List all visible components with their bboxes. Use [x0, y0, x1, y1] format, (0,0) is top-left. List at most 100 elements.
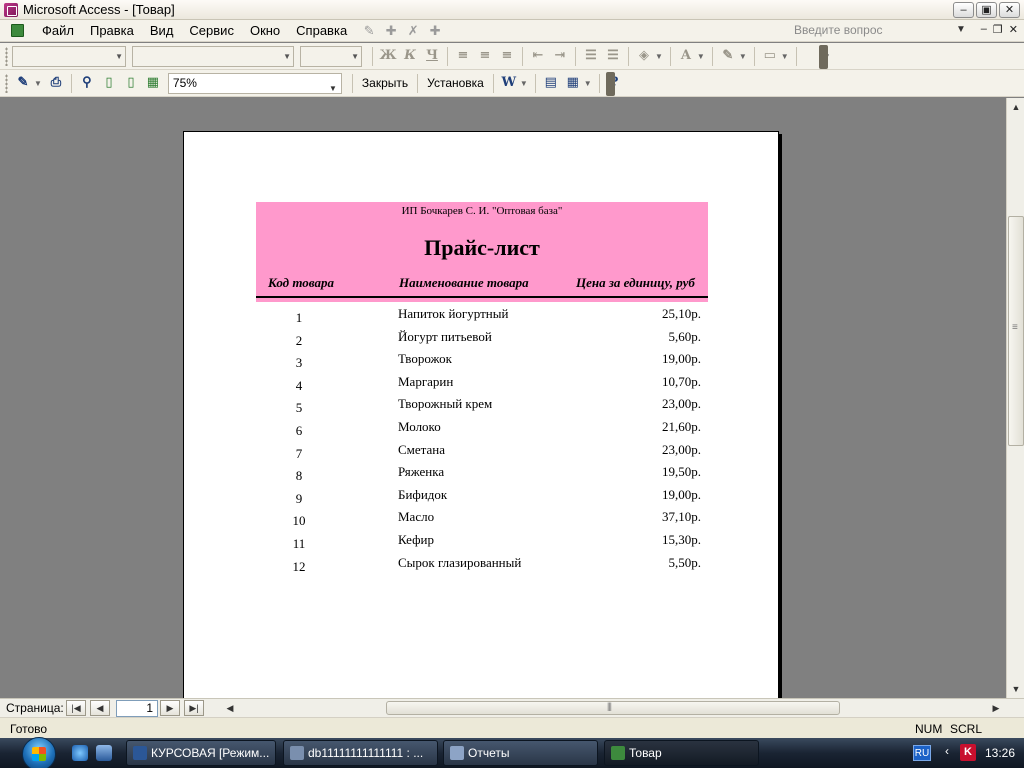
one-page-icon[interactable]: ▯: [100, 74, 118, 92]
print-icon[interactable]: ⎙: [47, 74, 65, 92]
insert-tool-icon[interactable]: ✚: [383, 23, 399, 39]
horizontal-scroll-thumb[interactable]: [386, 701, 840, 715]
folder-icon: [450, 746, 464, 760]
scroll-down-icon[interactable]: ▼: [1008, 681, 1024, 697]
table-row: 7 Сметана 23,00р.: [256, 440, 708, 463]
taskbar-item-product[interactable]: Товар: [604, 740, 759, 766]
two-pages-icon[interactable]: ▯: [122, 74, 140, 92]
office-links-icon[interactable]: W: [500, 74, 518, 92]
cell-code: 12: [292, 558, 306, 574]
chevron-down-icon[interactable]: ▼: [34, 79, 42, 88]
access-app-icon[interactable]: [4, 2, 18, 17]
antivirus-tray-icon[interactable]: K: [960, 744, 976, 761]
line-color-icon[interactable]: ✎: [719, 47, 737, 65]
report-doc-icon[interactable]: [11, 24, 24, 37]
menu-file[interactable]: Файл: [34, 23, 82, 38]
show-desktop-icon[interactable]: [96, 745, 112, 761]
horizontal-scrollbar[interactable]: ◀ ▶: [222, 700, 1002, 716]
scroll-right-icon[interactable]: ▶: [988, 700, 1004, 716]
cell-price: 23,00р.: [662, 441, 701, 457]
align-right-icon[interactable]: ≡: [498, 47, 516, 65]
doc-minimize-icon[interactable]: –: [981, 23, 987, 36]
vertical-scroll-thumb[interactable]: [1008, 216, 1024, 446]
view-design-icon[interactable]: ✎: [14, 74, 32, 92]
clock[interactable]: 13:26: [985, 746, 1015, 760]
chevron-down-icon[interactable]: ▼: [781, 52, 789, 61]
menu-view[interactable]: Вид: [142, 23, 182, 38]
border-icon[interactable]: ▭: [761, 47, 779, 65]
minimize-button[interactable]: –: [953, 2, 974, 18]
bullets-icon[interactable]: ☰: [604, 47, 622, 65]
special-effect-icon[interactable]: [803, 47, 821, 65]
new-object-icon[interactable]: ▦: [564, 74, 582, 92]
chevron-down-icon[interactable]: ▼: [697, 52, 705, 61]
font-combo[interactable]: ▼: [132, 45, 294, 67]
scroll-lock-indicator: SCRL: [950, 722, 983, 736]
multiple-pages-icon[interactable]: ▦: [144, 74, 162, 92]
toolbar-separator: [753, 46, 755, 66]
zoom-combo[interactable]: 75% ▼: [167, 72, 342, 94]
first-page-button[interactable]: |◀: [66, 700, 86, 716]
menu-bar: Файл Правка Вид Сервис Окно Справка ✎ ✚ …: [0, 20, 1024, 42]
font-size-combo[interactable]: ▼: [300, 45, 362, 67]
chevron-down-icon[interactable]: ▼: [520, 79, 528, 88]
tray-expand-icon[interactable]: ‹: [945, 744, 949, 758]
page-setup-button[interactable]: Установка: [422, 76, 489, 90]
close-preview-button[interactable]: Закрыть: [357, 76, 413, 90]
table-row: 8 Ряженка 19,50р.: [256, 462, 708, 485]
cell-name: Творожный крем: [398, 396, 493, 412]
maximize-button[interactable]: ▣: [976, 2, 997, 18]
database-window-icon[interactable]: ▤: [542, 74, 560, 92]
page-number-input[interactable]: 1: [116, 700, 158, 717]
cell-price: 21,60р.: [662, 418, 701, 434]
align-left-icon[interactable]: ≡: [454, 47, 472, 65]
menu-help[interactable]: Справка: [288, 23, 355, 38]
menu-tools[interactable]: Сервис: [181, 23, 242, 38]
scroll-left-icon[interactable]: ◀: [222, 700, 238, 716]
underline-icon[interactable]: Ч: [423, 47, 441, 65]
taskbar-item-word[interactable]: КУРСОВАЯ [Режим...: [126, 740, 276, 766]
zoom-icon[interactable]: ⚲: [78, 74, 96, 92]
cell-name: Кефир: [398, 531, 434, 547]
properties-tool-icon[interactable]: ✚: [427, 23, 443, 39]
toolbar-grip[interactable]: [5, 46, 8, 66]
chevron-down-icon[interactable]: ▼: [655, 52, 663, 61]
taskbar-item-database[interactable]: db11111111111111 : ...: [283, 740, 438, 766]
language-indicator[interactable]: RU: [913, 745, 931, 761]
italic-icon[interactable]: К: [401, 47, 419, 65]
taskbar-item-reports[interactable]: Отчеты: [443, 740, 598, 766]
bold-icon[interactable]: Ж: [379, 47, 397, 65]
chevron-down-icon[interactable]: ▼: [584, 79, 592, 88]
toolbar-options-button[interactable]: [606, 72, 615, 96]
numbering-icon[interactable]: ☰: [582, 47, 600, 65]
increase-indent-icon[interactable]: ⇥: [551, 47, 569, 65]
toolbar-separator: [447, 46, 448, 66]
design-tool-icon[interactable]: ✎: [361, 23, 377, 39]
toolbar-options-button[interactable]: [819, 45, 828, 69]
status-text: Готово: [10, 722, 48, 736]
ask-dropdown-icon[interactable]: ▼: [956, 24, 966, 35]
vertical-scrollbar[interactable]: ▲ ▼: [1006, 98, 1024, 698]
menu-window[interactable]: Окно: [242, 23, 288, 38]
doc-restore-icon[interactable]: ❐: [993, 23, 1003, 36]
delete-tool-icon[interactable]: ✗: [405, 23, 421, 39]
fill-color-icon[interactable]: ◈: [635, 47, 653, 65]
ask-question-input[interactable]: Введите вопрос: [792, 23, 968, 39]
toolbar-grip[interactable]: [5, 73, 8, 93]
font-color-icon[interactable]: A: [677, 47, 695, 65]
internet-explorer-icon[interactable]: [72, 745, 88, 761]
next-page-button[interactable]: ▶: [160, 700, 180, 716]
start-button[interactable]: [18, 737, 60, 768]
align-center-icon[interactable]: ≡: [476, 47, 494, 65]
last-page-button[interactable]: ▶|: [184, 700, 204, 716]
previous-page-button[interactable]: ◀: [90, 700, 110, 716]
close-button[interactable]: ✕: [999, 2, 1020, 18]
object-combo[interactable]: ▼: [12, 45, 126, 67]
chevron-down-icon[interactable]: ▼: [739, 52, 747, 61]
decrease-indent-icon[interactable]: ⇤: [529, 47, 547, 65]
menu-edit[interactable]: Правка: [82, 23, 142, 38]
scroll-up-icon[interactable]: ▲: [1008, 99, 1024, 115]
toolbar-separator: [598, 73, 600, 93]
doc-close-icon[interactable]: ✕: [1009, 23, 1018, 36]
toolbar-separator: [575, 46, 576, 66]
